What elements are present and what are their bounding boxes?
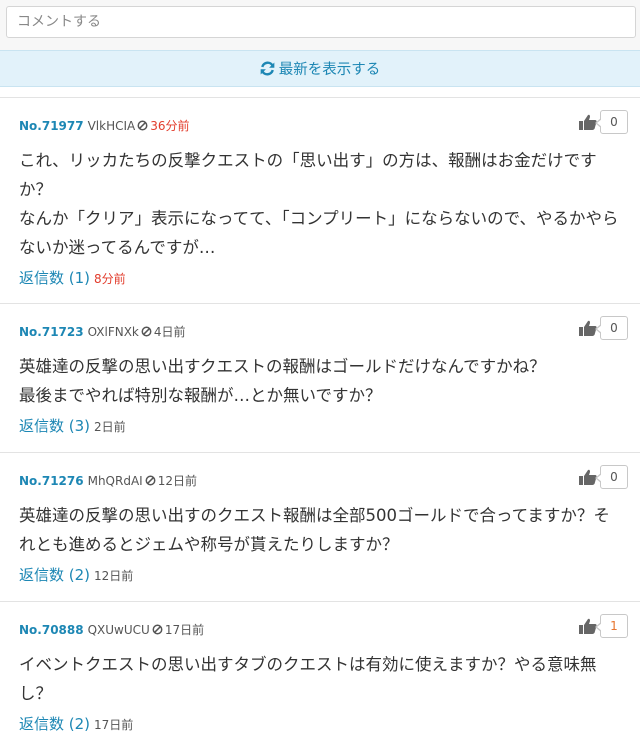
reply-count-link[interactable]: 返信数 (3) bbox=[19, 417, 90, 435]
post-footer: 返信数 (3) 2日前 bbox=[19, 413, 621, 440]
post-user-id: VlkHCIA bbox=[87, 119, 136, 133]
like-count: 0 bbox=[595, 465, 628, 489]
reply-time: 12日前 bbox=[94, 569, 134, 583]
post-number[interactable]: No.70888 bbox=[19, 623, 84, 637]
post-header: No.71723 OXlFNXk 4日前 0 bbox=[19, 316, 628, 342]
post-header: No.71977 VlkHCIA 36分前 0 bbox=[19, 110, 628, 136]
post-time: 4日前 bbox=[153, 325, 186, 339]
post-body: 英雄達の反撃の思い出すクエストの報酬はゴールドだけなんですかね？ 最後までやれば… bbox=[19, 357, 546, 405]
refresh-label: 最新を表示する bbox=[278, 62, 381, 78]
post: No.71276 MhQRdAI 12日前 0 英雄達の反撃の思い出すのクエスト報酬… bbox=[0, 452, 640, 589]
post-body: これ、リッカたちの反撃クエストの「思い出す」の方は、報酬はお金だけですか？ なん… bbox=[19, 151, 619, 257]
post: No.71723 OXlFNXk 4日前 0 英雄達の反撃の思い出すクエストの報酬は… bbox=[0, 303, 640, 440]
post-time: 12日前 bbox=[157, 474, 197, 488]
post-user-id: OXlFNXk bbox=[87, 325, 139, 339]
clock-icon bbox=[152, 624, 163, 635]
post-number[interactable]: No.71723 bbox=[19, 325, 84, 339]
reply-time: 8分前 bbox=[94, 272, 126, 286]
reply-time: 17日前 bbox=[94, 718, 134, 732]
refresh-button[interactable]: 最新を表示する bbox=[0, 50, 640, 87]
post-footer: 返信数 (1) 8分前 bbox=[19, 265, 621, 292]
post-user-id: QXUwUCU bbox=[87, 623, 150, 637]
like-count: 1 bbox=[595, 614, 628, 638]
post-time: 36分前 bbox=[150, 119, 190, 133]
reply-count-link[interactable]: 返信数 (1) bbox=[19, 269, 90, 287]
reply-count-link[interactable]: 返信数 (2) bbox=[19, 566, 90, 584]
like-count: 0 bbox=[595, 316, 628, 340]
like-button[interactable]: 1 bbox=[579, 614, 628, 638]
post-header: No.70888 QXUwUCU 17日前 1 bbox=[19, 614, 628, 640]
like-button[interactable]: 0 bbox=[579, 465, 628, 489]
post-footer: 返信数 (2) 17日前 bbox=[19, 711, 621, 738]
post-user-id: MhQRdAI bbox=[87, 474, 143, 488]
post-header: No.71276 MhQRdAI 12日前 0 bbox=[19, 465, 628, 491]
like-count: 0 bbox=[595, 110, 628, 134]
post-time: 17日前 bbox=[164, 623, 205, 637]
post-body: 英雄達の反撃の思い出すのクエスト報酬は全部500ゴールドで合ってますか？それとも… bbox=[19, 506, 610, 554]
comment-input[interactable] bbox=[6, 6, 636, 38]
refresh-icon bbox=[260, 61, 275, 76]
clock-icon bbox=[141, 326, 152, 337]
clock-icon bbox=[145, 475, 156, 486]
reply-time: 2日前 bbox=[94, 420, 126, 434]
comment-box bbox=[0, 0, 640, 50]
post: No.70888 QXUwUCU 17日前 1 イベントクエストの思い出すタブのクエ… bbox=[0, 601, 640, 738]
clock-icon bbox=[137, 120, 148, 131]
post-number[interactable]: No.71276 bbox=[19, 474, 84, 488]
post-body: イベントクエストの思い出すタブのクエストは有効に使えますか？やる意味無し？ bbox=[19, 655, 597, 703]
reply-count-link[interactable]: 返信数 (2) bbox=[19, 715, 90, 733]
post-number[interactable]: No.71977 bbox=[19, 119, 84, 133]
post: No.71977 VlkHCIA 36分前 0 これ、リッカたちの反撃クエストの「思… bbox=[0, 97, 640, 292]
like-button[interactable]: 0 bbox=[579, 316, 628, 340]
post-footer: 返信数 (2) 12日前 bbox=[19, 562, 621, 589]
like-button[interactable]: 0 bbox=[579, 110, 628, 134]
